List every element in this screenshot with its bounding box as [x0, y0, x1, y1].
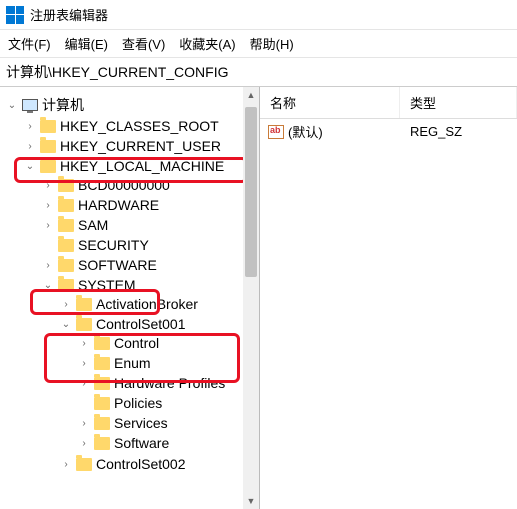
tree-label: HKEY_LOCAL_MACHINE: [60, 158, 224, 174]
chevron-down-icon[interactable]: ⌄: [42, 279, 54, 291]
tree-label: SOFTWARE: [78, 257, 157, 273]
list-header: 名称 类型: [260, 87, 517, 119]
chevron-down-icon[interactable]: ⌄: [6, 99, 18, 111]
folder-icon: [76, 298, 92, 311]
tree-hardware-profiles[interactable]: › Hardware Profiles: [78, 374, 259, 392]
folder-icon: [58, 179, 74, 192]
chevron-right-icon[interactable]: ›: [24, 120, 36, 132]
chevron-right-icon[interactable]: ›: [78, 437, 90, 449]
tree-controlset002[interactable]: › ControlSet002: [60, 455, 259, 473]
folder-icon: [94, 417, 110, 430]
folder-icon: [76, 318, 92, 331]
chevron-right-icon[interactable]: ›: [78, 357, 90, 369]
menu-view[interactable]: 查看(V): [122, 34, 165, 53]
tree-label: ControlSet002: [96, 456, 186, 472]
tree-label: SECURITY: [78, 237, 149, 253]
tree-enum[interactable]: › Enum: [78, 354, 259, 372]
tree-label: HKEY_CURRENT_USER: [60, 138, 221, 154]
tree-scrollbar[interactable]: ▲ ▼: [243, 87, 259, 509]
folder-icon: [94, 437, 110, 450]
tree-label: 计算机: [42, 95, 84, 115]
tree-policies[interactable]: › Policies: [78, 394, 259, 412]
tree-control[interactable]: › Control: [78, 334, 259, 352]
tree-hkcu[interactable]: › HKEY_CURRENT_USER: [24, 137, 259, 155]
scroll-thumb[interactable]: [245, 107, 257, 277]
tree-panel: ⌄ 计算机 › HKEY_CLASSES_ROOT › HKEY_CURRENT…: [0, 87, 260, 509]
menu-edit[interactable]: 编辑(E): [65, 34, 108, 53]
chevron-right-icon[interactable]: ›: [78, 337, 90, 349]
chevron-right-icon[interactable]: ›: [60, 458, 72, 470]
col-name[interactable]: 名称: [260, 87, 400, 118]
tree-system[interactable]: ⌄ SYSTEM: [42, 276, 259, 294]
folder-icon: [94, 397, 110, 410]
chevron-right-icon[interactable]: ›: [78, 417, 90, 429]
folder-icon: [58, 219, 74, 232]
tree-label: Services: [114, 415, 168, 431]
col-type[interactable]: 类型: [400, 87, 517, 118]
tree-label: Enum: [114, 355, 151, 371]
folder-icon: [58, 259, 74, 272]
tree-label: ControlSet001: [96, 316, 186, 332]
folder-icon: [40, 140, 56, 153]
folder-icon: [58, 199, 74, 212]
tree-services[interactable]: › Services: [78, 414, 259, 432]
list-row[interactable]: (默认) REG_SZ: [260, 119, 517, 144]
list-panel: 名称 类型 (默认) REG_SZ: [260, 87, 517, 509]
address-text: 计算机\HKEY_CURRENT_CONFIG: [6, 64, 228, 80]
folder-icon: [58, 279, 74, 292]
folder-icon: [94, 337, 110, 350]
chevron-down-icon[interactable]: ⌄: [60, 318, 72, 330]
folder-icon: [76, 458, 92, 471]
tree-bcd[interactable]: › BCD00000000: [42, 176, 259, 194]
chevron-right-icon[interactable]: ›: [60, 298, 72, 310]
tree-hklm[interactable]: ⌄ HKEY_LOCAL_MACHINE: [24, 157, 259, 175]
tree-label: SYSTEM: [78, 277, 136, 293]
tree-activationbroker[interactable]: › ActivationBroker: [60, 295, 259, 313]
tree-label: HARDWARE: [78, 197, 159, 213]
menu-file[interactable]: 文件(F): [8, 34, 51, 53]
value-type: REG_SZ: [400, 124, 517, 139]
tree-label: Software: [114, 435, 169, 451]
tree-controlset001[interactable]: ⌄ ControlSet001: [60, 315, 259, 333]
tree-computer[interactable]: ⌄ 计算机: [6, 94, 259, 116]
tree-cs-software[interactable]: › Software: [78, 434, 259, 452]
tree-label: BCD00000000: [78, 177, 170, 193]
tree-hkcr[interactable]: › HKEY_CLASSES_ROOT: [24, 117, 259, 135]
folder-icon: [40, 160, 56, 173]
computer-icon: [22, 99, 38, 111]
chevron-right-icon[interactable]: ›: [42, 259, 54, 271]
tree-sam[interactable]: › SAM: [42, 216, 259, 234]
scroll-up-icon[interactable]: ▲: [243, 87, 259, 103]
menubar: 文件(F) 编辑(E) 查看(V) 收藏夹(A) 帮助(H): [0, 30, 517, 58]
chevron-right-icon[interactable]: ›: [24, 140, 36, 152]
chevron-down-icon[interactable]: ⌄: [24, 160, 36, 172]
folder-icon: [40, 120, 56, 133]
tree-label: Policies: [114, 395, 162, 411]
chevron-right-icon[interactable]: ›: [78, 377, 90, 389]
tree-label: SAM: [78, 217, 108, 233]
titlebar: 注册表编辑器: [0, 0, 517, 30]
scroll-down-icon[interactable]: ▼: [243, 493, 259, 509]
folder-icon: [58, 239, 74, 252]
folder-icon: [94, 357, 110, 370]
tree-label: HKEY_CLASSES_ROOT: [60, 118, 219, 134]
main-area: ⌄ 计算机 › HKEY_CLASSES_ROOT › HKEY_CURRENT…: [0, 87, 517, 509]
address-bar[interactable]: 计算机\HKEY_CURRENT_CONFIG: [0, 58, 517, 87]
tree-security[interactable]: › SECURITY: [42, 236, 259, 254]
chevron-right-icon[interactable]: ›: [42, 199, 54, 211]
tree-label: Hardware Profiles: [114, 375, 225, 391]
chevron-right-icon[interactable]: ›: [42, 219, 54, 231]
folder-icon: [94, 377, 110, 390]
tree-hardware[interactable]: › HARDWARE: [42, 196, 259, 214]
chevron-right-icon[interactable]: ›: [42, 179, 54, 191]
tree-label: ActivationBroker: [96, 296, 198, 312]
menu-favorites[interactable]: 收藏夹(A): [179, 34, 235, 53]
value-name: (默认): [288, 122, 323, 141]
tree-software[interactable]: › SOFTWARE: [42, 256, 259, 274]
menu-help[interactable]: 帮助(H): [250, 34, 294, 53]
window-title: 注册表编辑器: [30, 5, 108, 24]
app-icon: [6, 6, 24, 24]
string-value-icon: [268, 125, 284, 139]
tree-label: Control: [114, 335, 159, 351]
